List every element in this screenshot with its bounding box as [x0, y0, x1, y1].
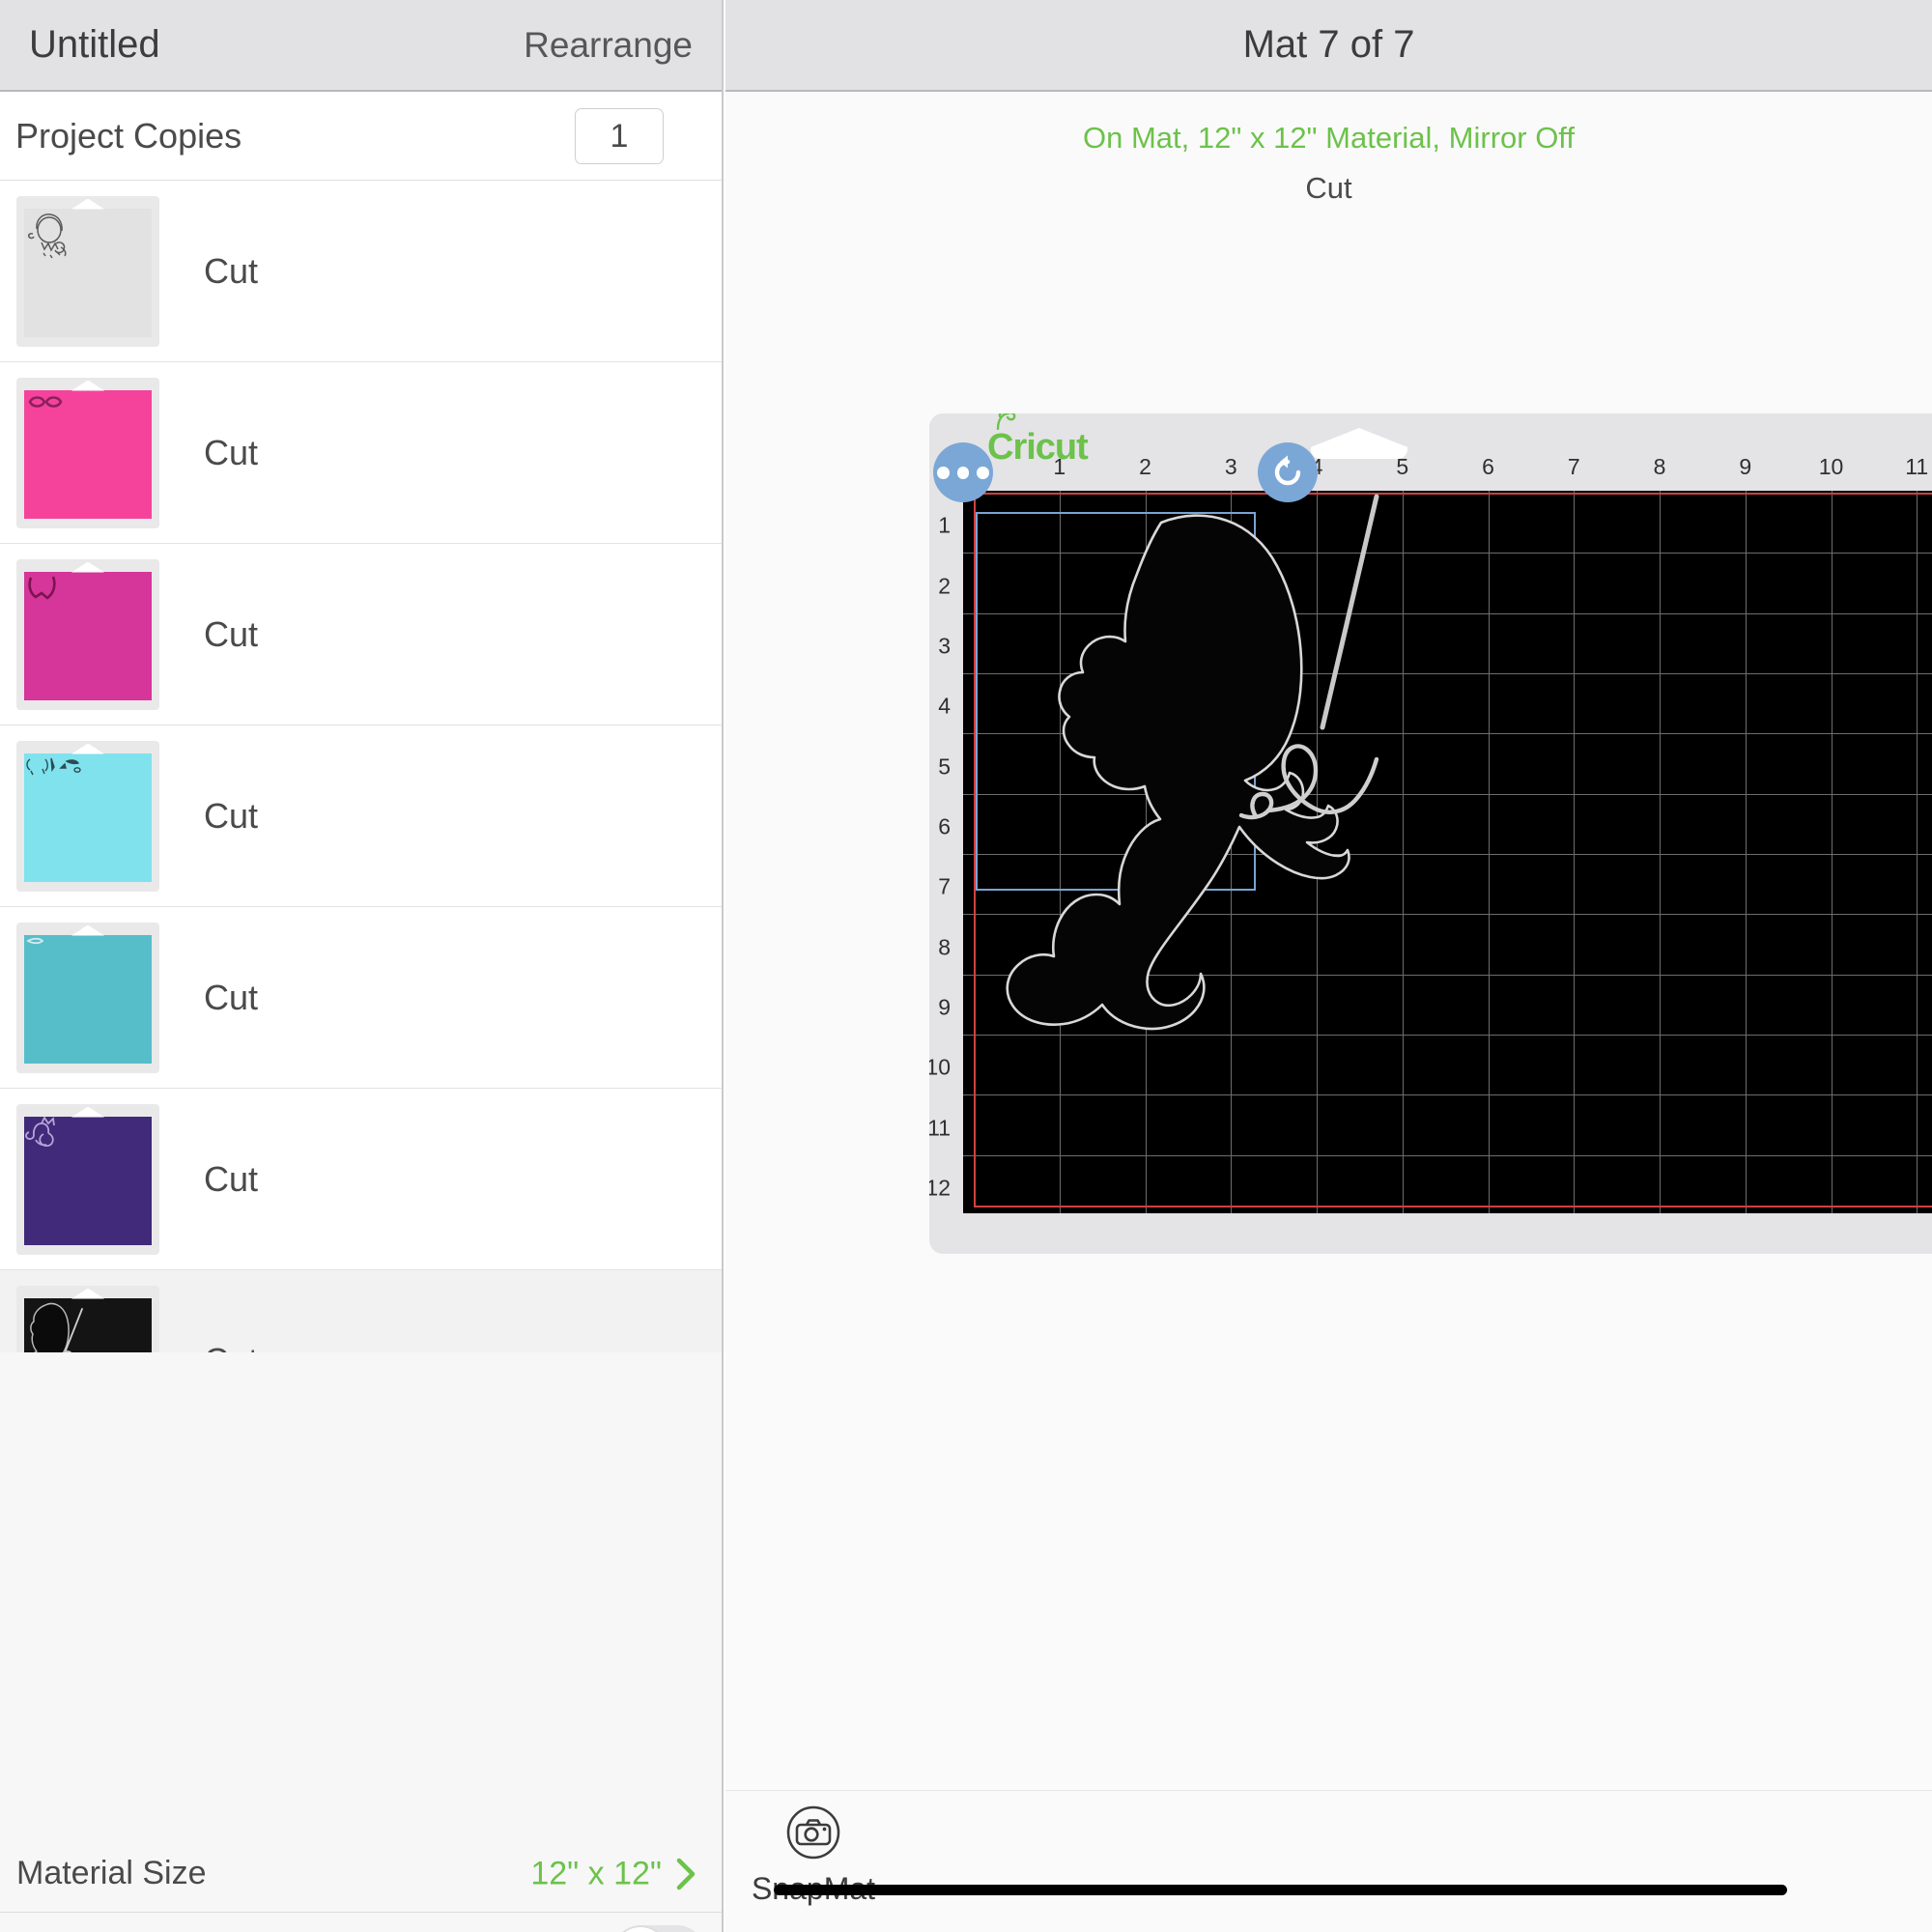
ellipsis-icon — [956, 466, 970, 479]
mat-top-tab — [1311, 428, 1407, 459]
rotate-ccw-icon — [1274, 455, 1301, 486]
mat-counter: Mat 7 of 7 — [1242, 23, 1415, 66]
mat-material-swatch — [24, 571, 152, 700]
bottom-toolbar: SnapMat — [725, 1790, 1932, 1932]
mat-operation-label: Cut — [204, 1158, 259, 1199]
sidebar: Untitled Rearrange Project Copies 1 Cut … — [0, 0, 724, 1932]
material-size-row[interactable]: Material Size 12" x 12" — [0, 1835, 722, 1913]
mat-status: On Mat, 12" x 12" Material, Mirror Off C… — [725, 121, 1932, 206]
ruler-tick-vertical: 12 — [929, 1175, 951, 1201]
ruler-tick-horizontal: 6 — [1482, 454, 1494, 479]
mat-surface[interactable] — [963, 491, 1932, 1213]
mirror-row: Mirror (for iron-on) — [0, 1914, 722, 1932]
cricut-sprout-icon — [996, 413, 1016, 430]
rearrange-button[interactable]: Rearrange — [524, 25, 693, 66]
mat-list-item[interactable]: Cut — [0, 907, 722, 1089]
ruler-tick-vertical: 1 — [938, 512, 951, 538]
mat-operation-label: Cut — [204, 250, 259, 291]
mat-thumbnail[interactable] — [16, 1103, 159, 1255]
ellipsis-icon — [937, 466, 950, 479]
chevron-right-icon — [676, 1858, 696, 1889]
material-size-value: 12" x 12" — [530, 1855, 662, 1891]
mat-status-operation: Cut — [1305, 171, 1352, 205]
mirror-toggle-knob — [614, 1927, 667, 1932]
mat-thumbnail[interactable] — [16, 1285, 159, 1352]
material-size-label: Material Size — [16, 1855, 207, 1891]
mat-operation-label: Cut — [204, 977, 259, 1017]
ruler-tick-vertical: 4 — [938, 693, 951, 719]
ruler-vertical: 1 2 3 4 5 6 7 8 9 10 11 12 — [929, 464, 963, 1254]
ellipsis-icon — [977, 466, 990, 479]
mat-status-material: On Mat, 12" x 12" Material, Mirror Off — [1083, 121, 1575, 155]
ruler-tick-horizontal: 3 — [1224, 454, 1237, 479]
mat-list-item[interactable]: Cut — [0, 362, 722, 544]
mat-operation-label: Cut — [204, 795, 259, 836]
page-title: Untitled — [29, 23, 160, 66]
camera-icon — [786, 1805, 840, 1860]
selection-bounding-box[interactable] — [976, 512, 1256, 891]
cricut-design-space-app: Untitled Rearrange Project Copies 1 Cut … — [0, 0, 1932, 1932]
mat-material-swatch — [24, 1297, 152, 1352]
mat-material-swatch — [24, 208, 152, 337]
home-indicator — [774, 1885, 1787, 1895]
mat-thumbnail[interactable] — [16, 922, 159, 1073]
ruler-tick-horizontal: 8 — [1653, 454, 1666, 479]
mat-list-item[interactable]: Cut — [0, 544, 722, 725]
ruler-tick-vertical: 10 — [929, 1054, 951, 1080]
ruler-tick-horizontal: 2 — [1139, 454, 1151, 479]
ruler-tick-horizontal: 10 — [1818, 454, 1844, 479]
mat-list-item[interactable]: Cut — [0, 1270, 722, 1352]
ruler-tick-vertical: 9 — [938, 994, 951, 1020]
ruler-tick-vertical: 2 — [938, 573, 951, 599]
mat-thumbnail[interactable] — [16, 740, 159, 892]
ruler-tick-horizontal: 7 — [1567, 454, 1580, 479]
mat-material-swatch — [24, 1116, 152, 1245]
mat-material-swatch — [24, 934, 152, 1064]
mat-list-item[interactable]: Cut — [0, 1089, 722, 1270]
mat-thumbnail[interactable] — [16, 558, 159, 710]
ruler-tick-vertical: 5 — [938, 753, 951, 780]
mat-list-item[interactable]: Cut — [0, 181, 722, 362]
project-copies-label: Project Copies — [15, 115, 242, 156]
project-copies-input[interactable]: 1 — [575, 107, 664, 164]
mat-preview-header: Mat 7 of 7 — [725, 0, 1932, 92]
mat-list-item[interactable]: Cut — [0, 725, 722, 907]
mirror-toggle[interactable] — [612, 1925, 705, 1932]
mat-material-swatch — [24, 389, 152, 519]
mat-canvas[interactable]: Cricut 1234567891011 123456789101112 — [929, 413, 1932, 1254]
mat-operation-label: Cut — [204, 432, 259, 472]
ruler-tick-vertical: 11 — [929, 1115, 951, 1141]
mat-operation-label: Cut — [204, 1341, 258, 1353]
ruler-tick-vertical: 7 — [938, 873, 951, 899]
ruler-tick-horizontal: 9 — [1739, 454, 1752, 479]
project-copies-row: Project Copies 1 — [0, 92, 722, 181]
mat-list[interactable]: Cut Cut Cut Cut Cut Cut Cut — [0, 181, 722, 1352]
ruler-tick-horizontal: 1 — [1053, 454, 1066, 479]
mat-material-swatch — [24, 753, 152, 882]
mat-thumbnail[interactable] — [16, 195, 159, 347]
rotate-mat-button[interactable] — [1258, 442, 1318, 502]
ruler-tick-horizontal: 11 — [1905, 454, 1929, 479]
ruler-tick-vertical: 8 — [938, 934, 951, 960]
mat-operation-label: Cut — [204, 613, 259, 654]
ruler-horizontal: 1234567891011 — [963, 454, 1932, 491]
ruler-tick-vertical: 3 — [938, 633, 951, 659]
mat-thumbnail[interactable] — [16, 377, 159, 528]
ruler-tick-vertical: 6 — [938, 813, 951, 839]
mat-preview-pane: Mat 7 of 7 On Mat, 12" x 12" Material, M… — [725, 0, 1932, 1932]
mat-options-button[interactable] — [933, 442, 993, 502]
sidebar-header: Untitled Rearrange — [0, 0, 722, 92]
